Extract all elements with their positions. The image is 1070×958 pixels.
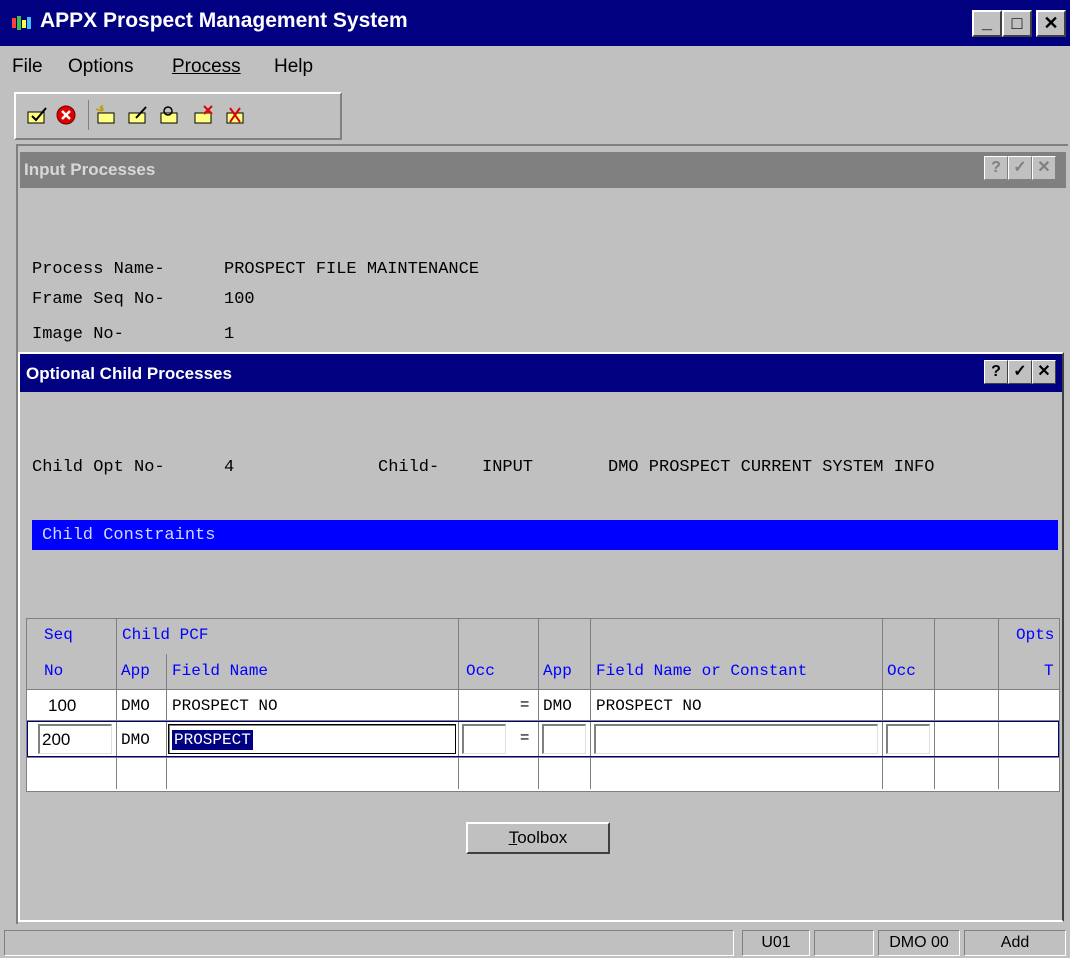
child-close-button[interactable]: ✕ — [1032, 360, 1056, 384]
process-name-value: PROSPECT FILE MAINTENANCE — [224, 260, 480, 279]
toolbar-separator — [88, 100, 89, 130]
row1-app: DMO — [121, 697, 150, 715]
header-field-name: Field Name — [172, 662, 269, 680]
input-ok-button[interactable]: ✓ — [1008, 156, 1032, 180]
header-occ-2: Occ — [887, 662, 916, 680]
header-app: App — [121, 662, 150, 680]
menu-help[interactable]: Help — [274, 56, 313, 78]
child-processes-title: Optional Child Processes — [26, 364, 232, 383]
purge-folder-icon[interactable] — [224, 104, 250, 126]
child-label: Child- — [378, 458, 440, 477]
header-no: No — [44, 662, 64, 680]
frame-seq-value: 100 — [224, 290, 255, 309]
input-processes-titlebar[interactable] — [20, 152, 1066, 188]
search-folder-icon[interactable] — [158, 104, 184, 126]
toolbox-label: oolbox — [517, 828, 568, 847]
row1-op: = — [520, 696, 530, 713]
maximize-button[interactable]: □ — [1002, 10, 1032, 37]
header-seq: Seq — [44, 626, 73, 644]
close-icon: ✕ — [1037, 159, 1051, 176]
app2-input[interactable] — [542, 724, 586, 754]
status-blank — [814, 930, 874, 956]
edit-folder-icon[interactable] — [126, 104, 152, 126]
field-name-selection: PROSPECT — [172, 730, 253, 750]
delete-folder-icon[interactable] — [192, 104, 218, 126]
close-button[interactable]: ✕ — [1036, 10, 1066, 37]
cancel-icon[interactable] — [54, 104, 80, 126]
process-name-label: Process Name- — [32, 260, 165, 279]
row2-op: = — [520, 729, 530, 746]
occ2-input[interactable] — [886, 724, 930, 754]
row1-seq: 100 — [48, 696, 77, 715]
row2-app: DMO — [121, 731, 150, 749]
menu-bar — [0, 46, 1070, 88]
header-t: T — [1044, 662, 1054, 680]
help-icon: ? — [991, 363, 1001, 380]
child-desc-value: DMO PROSPECT CURRENT SYSTEM INFO — [608, 458, 935, 477]
image-no-value: 1 — [224, 325, 235, 344]
row2-seq: 200 — [42, 730, 71, 749]
child-opt-value: 4 — [224, 458, 235, 477]
status-mode: Add — [964, 930, 1066, 956]
menu-process[interactable]: Process — [172, 56, 241, 78]
toolbox-mnemonic: T — [508, 828, 518, 847]
menu-options[interactable]: Options — [68, 56, 133, 78]
new-folder-icon[interactable] — [94, 104, 120, 126]
child-help-button[interactable]: ? — [984, 360, 1008, 384]
status-user: U01 — [742, 930, 810, 956]
header-app-2: App — [543, 662, 572, 680]
check-icon: ✓ — [1013, 159, 1027, 176]
close-icon: ✕ — [1043, 13, 1059, 33]
app-icon — [12, 16, 31, 30]
header-opts: Opts — [1016, 626, 1055, 644]
row1-field: PROSPECT NO — [172, 697, 278, 715]
frame-seq-label: Frame Seq No- — [32, 290, 165, 309]
input-close-button[interactable]: ✕ — [1032, 156, 1056, 180]
header-occ: Occ — [466, 662, 495, 680]
row-divider — [27, 757, 1059, 758]
header-child-pcf: Child PCF — [122, 626, 209, 644]
input-help-button[interactable]: ? — [984, 156, 1008, 180]
status-message — [4, 930, 734, 956]
help-icon: ? — [991, 159, 1001, 176]
field-name-constant-input[interactable] — [594, 724, 878, 754]
close-icon: ✕ — [1037, 363, 1051, 380]
minimize-button[interactable]: _ — [972, 10, 1002, 37]
maximize-icon: □ — [1011, 13, 1023, 33]
row1-field2: PROSPECT NO — [596, 697, 702, 715]
ok-folder-icon[interactable] — [26, 104, 52, 126]
row1-app2: DMO — [543, 697, 572, 715]
check-icon: ✓ — [1013, 363, 1027, 380]
input-processes-title: Input Processes — [24, 160, 156, 179]
header-field-name-constant: Field Name or Constant — [596, 662, 808, 680]
minimize-icon: _ — [981, 12, 992, 32]
image-no-label: Image No- — [32, 325, 124, 344]
menu-file[interactable]: File — [12, 56, 43, 78]
child-opt-label: Child Opt No- — [32, 458, 165, 477]
seq-input[interactable]: 200 — [38, 724, 112, 754]
window-title: APPX Prospect Management System — [40, 9, 408, 32]
occ-input[interactable] — [462, 724, 506, 754]
child-constraints-label: Child Constraints — [42, 526, 216, 545]
status-app: DMO 00 — [878, 930, 960, 956]
child-type-value: INPUT — [482, 458, 534, 477]
toolbox-button[interactable]: Toolbox — [466, 822, 610, 854]
child-ok-button[interactable]: ✓ — [1008, 360, 1032, 384]
